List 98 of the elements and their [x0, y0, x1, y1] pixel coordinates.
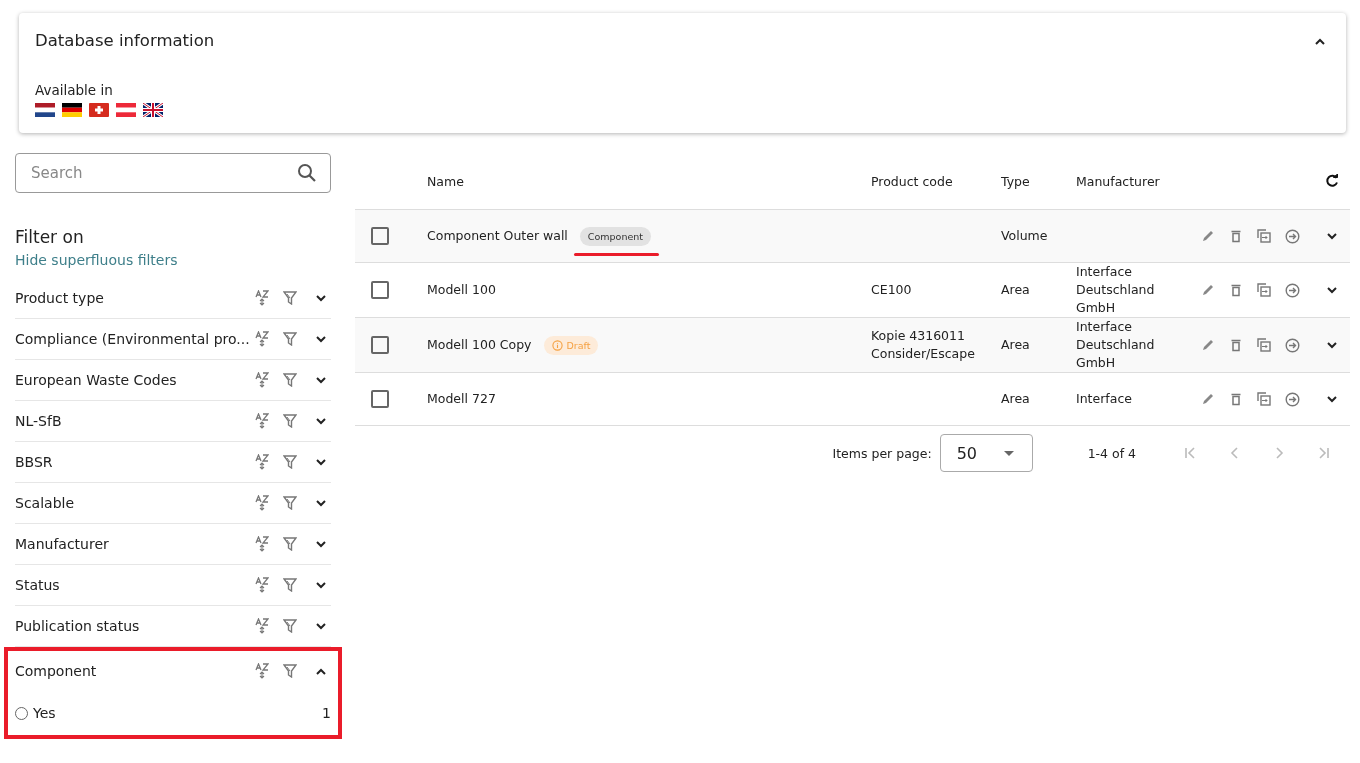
manufacturer-cell-text: Interface Deutschland GmbH	[1076, 318, 1156, 372]
type-cell-text: Area	[1001, 390, 1031, 408]
filter-icon[interactable]	[283, 291, 297, 305]
column-header[interactable]: Manufacturer	[1076, 173, 1182, 189]
chevron-down-icon[interactable]	[315, 417, 327, 425]
product-code-cell-text: CE100	[871, 281, 913, 299]
page-range: 1-4 of 4	[1087, 445, 1136, 461]
edit-icon[interactable]	[1201, 229, 1215, 243]
name-cell: Component Outer wall	[427, 227, 568, 245]
arrow-circle-icon[interactable]	[1285, 337, 1300, 353]
product-code-cell-text: Kopie 4316011 Consider/Escape	[871, 327, 976, 363]
sort-icon[interactable]	[255, 536, 269, 552]
chevron-down-icon[interactable]	[315, 540, 327, 548]
search-icon	[297, 163, 317, 183]
name-cell: Modell 727	[427, 390, 496, 408]
chevron-up-icon[interactable]	[315, 667, 327, 675]
draft-badge: Draft	[543, 335, 599, 355]
arrow-circle-icon[interactable]	[1285, 282, 1300, 298]
filter-icon[interactable]	[283, 496, 297, 510]
sort-icon[interactable]	[255, 495, 269, 511]
filter-icon[interactable]	[283, 332, 297, 346]
refresh-icon[interactable]	[1325, 174, 1339, 188]
type-cell-text: Area	[1001, 281, 1031, 299]
chevron-down-icon[interactable]	[315, 376, 327, 384]
component-badge: Component	[579, 226, 651, 246]
chevron-down-icon[interactable]	[315, 458, 327, 466]
filter-label: Status	[15, 577, 61, 593]
info-icon	[551, 339, 563, 351]
chevron-down-icon[interactable]	[1326, 286, 1338, 294]
sort-icon[interactable]	[255, 331, 269, 347]
type-cell-text: Volume	[1001, 227, 1049, 245]
manufacturer-cell-text: Interface	[1076, 390, 1133, 408]
filter-label: Compliance (Environmental pro...	[15, 331, 251, 347]
edit-icon[interactable]	[1201, 338, 1215, 352]
sort-icon[interactable]	[255, 372, 269, 388]
copy-icon[interactable]	[1257, 283, 1271, 297]
manufacturer-cell-text: Interface Deutschland GmbH	[1076, 263, 1156, 317]
filter-label: Component	[15, 663, 98, 679]
items-per-page-label: Items per page:	[832, 445, 932, 461]
filter-label: NL-SfB	[15, 413, 63, 429]
filter-label: Publication status	[15, 618, 141, 634]
row-checkbox[interactable]	[371, 390, 389, 408]
filter-icon[interactable]	[283, 455, 297, 469]
arrow-circle-icon[interactable]	[1285, 391, 1300, 407]
filter-icon[interactable]	[283, 537, 297, 551]
column-header[interactable]: Name	[427, 173, 871, 189]
copy-icon[interactable]	[1257, 338, 1271, 352]
caret-icon	[1003, 450, 1014, 456]
panel-title: Database information	[35, 31, 215, 50]
copy-icon[interactable]	[1257, 392, 1271, 406]
filter-icon[interactable]	[283, 619, 297, 633]
edit-icon[interactable]	[1201, 283, 1215, 297]
filter-icon[interactable]	[283, 664, 297, 678]
chevron-down-icon[interactable]	[1326, 341, 1338, 349]
chevron-down-icon[interactable]	[315, 499, 327, 507]
filter-icon[interactable]	[283, 414, 297, 428]
row-checkbox[interactable]	[371, 227, 389, 245]
chevron-down-icon[interactable]	[315, 335, 327, 343]
option-count: 1	[322, 705, 331, 721]
filter-icon[interactable]	[283, 578, 297, 592]
filter-label: Scalable	[15, 495, 76, 511]
hide-filters-link[interactable]: Hide superfluous filters	[15, 252, 178, 268]
delete-icon[interactable]	[1229, 338, 1243, 352]
sort-icon[interactable]	[255, 577, 269, 593]
delete-icon[interactable]	[1229, 283, 1243, 297]
edit-icon[interactable]	[1201, 392, 1215, 406]
column-header[interactable]: Product code	[871, 173, 1001, 189]
copy-icon[interactable]	[1257, 229, 1271, 243]
chevron-down-icon[interactable]	[1326, 232, 1338, 240]
chevron-up-icon[interactable]	[1314, 36, 1326, 45]
arrow-circle-icon[interactable]	[1285, 228, 1300, 244]
filter-heading: Filter on	[15, 227, 85, 247]
chevron-down-icon[interactable]	[315, 581, 327, 589]
filter-label: European Waste Codes	[15, 372, 178, 388]
name-cell: Modell 100	[427, 281, 496, 299]
filter-label: BBSR	[15, 454, 54, 470]
filter-label: Manufacturer	[15, 536, 110, 552]
sort-icon[interactable]	[255, 413, 269, 429]
option-label: Yes	[33, 705, 57, 721]
type-cell-text: Area	[1001, 336, 1031, 354]
page-size-select[interactable]: 50	[939, 434, 1033, 472]
sort-icon[interactable]	[255, 290, 269, 306]
sort-icon[interactable]	[255, 663, 269, 679]
chevron-down-icon[interactable]	[315, 622, 327, 630]
sort-icon[interactable]	[255, 618, 269, 634]
chevron-down-icon[interactable]	[1326, 395, 1338, 403]
name-cell: Modell 100 Copy	[427, 336, 532, 354]
column-header[interactable]: Type	[1001, 173, 1076, 189]
filter-icon[interactable]	[283, 373, 297, 387]
delete-icon[interactable]	[1229, 392, 1243, 406]
row-checkbox[interactable]	[371, 281, 389, 299]
search-field[interactable]: Search	[15, 153, 331, 193]
row-checkbox[interactable]	[371, 336, 389, 354]
filter-label: Product type	[15, 290, 105, 306]
delete-icon[interactable]	[1229, 229, 1243, 243]
chevron-down-icon[interactable]	[315, 294, 327, 302]
available-label: Available in	[35, 82, 113, 98]
sort-icon[interactable]	[255, 454, 269, 470]
